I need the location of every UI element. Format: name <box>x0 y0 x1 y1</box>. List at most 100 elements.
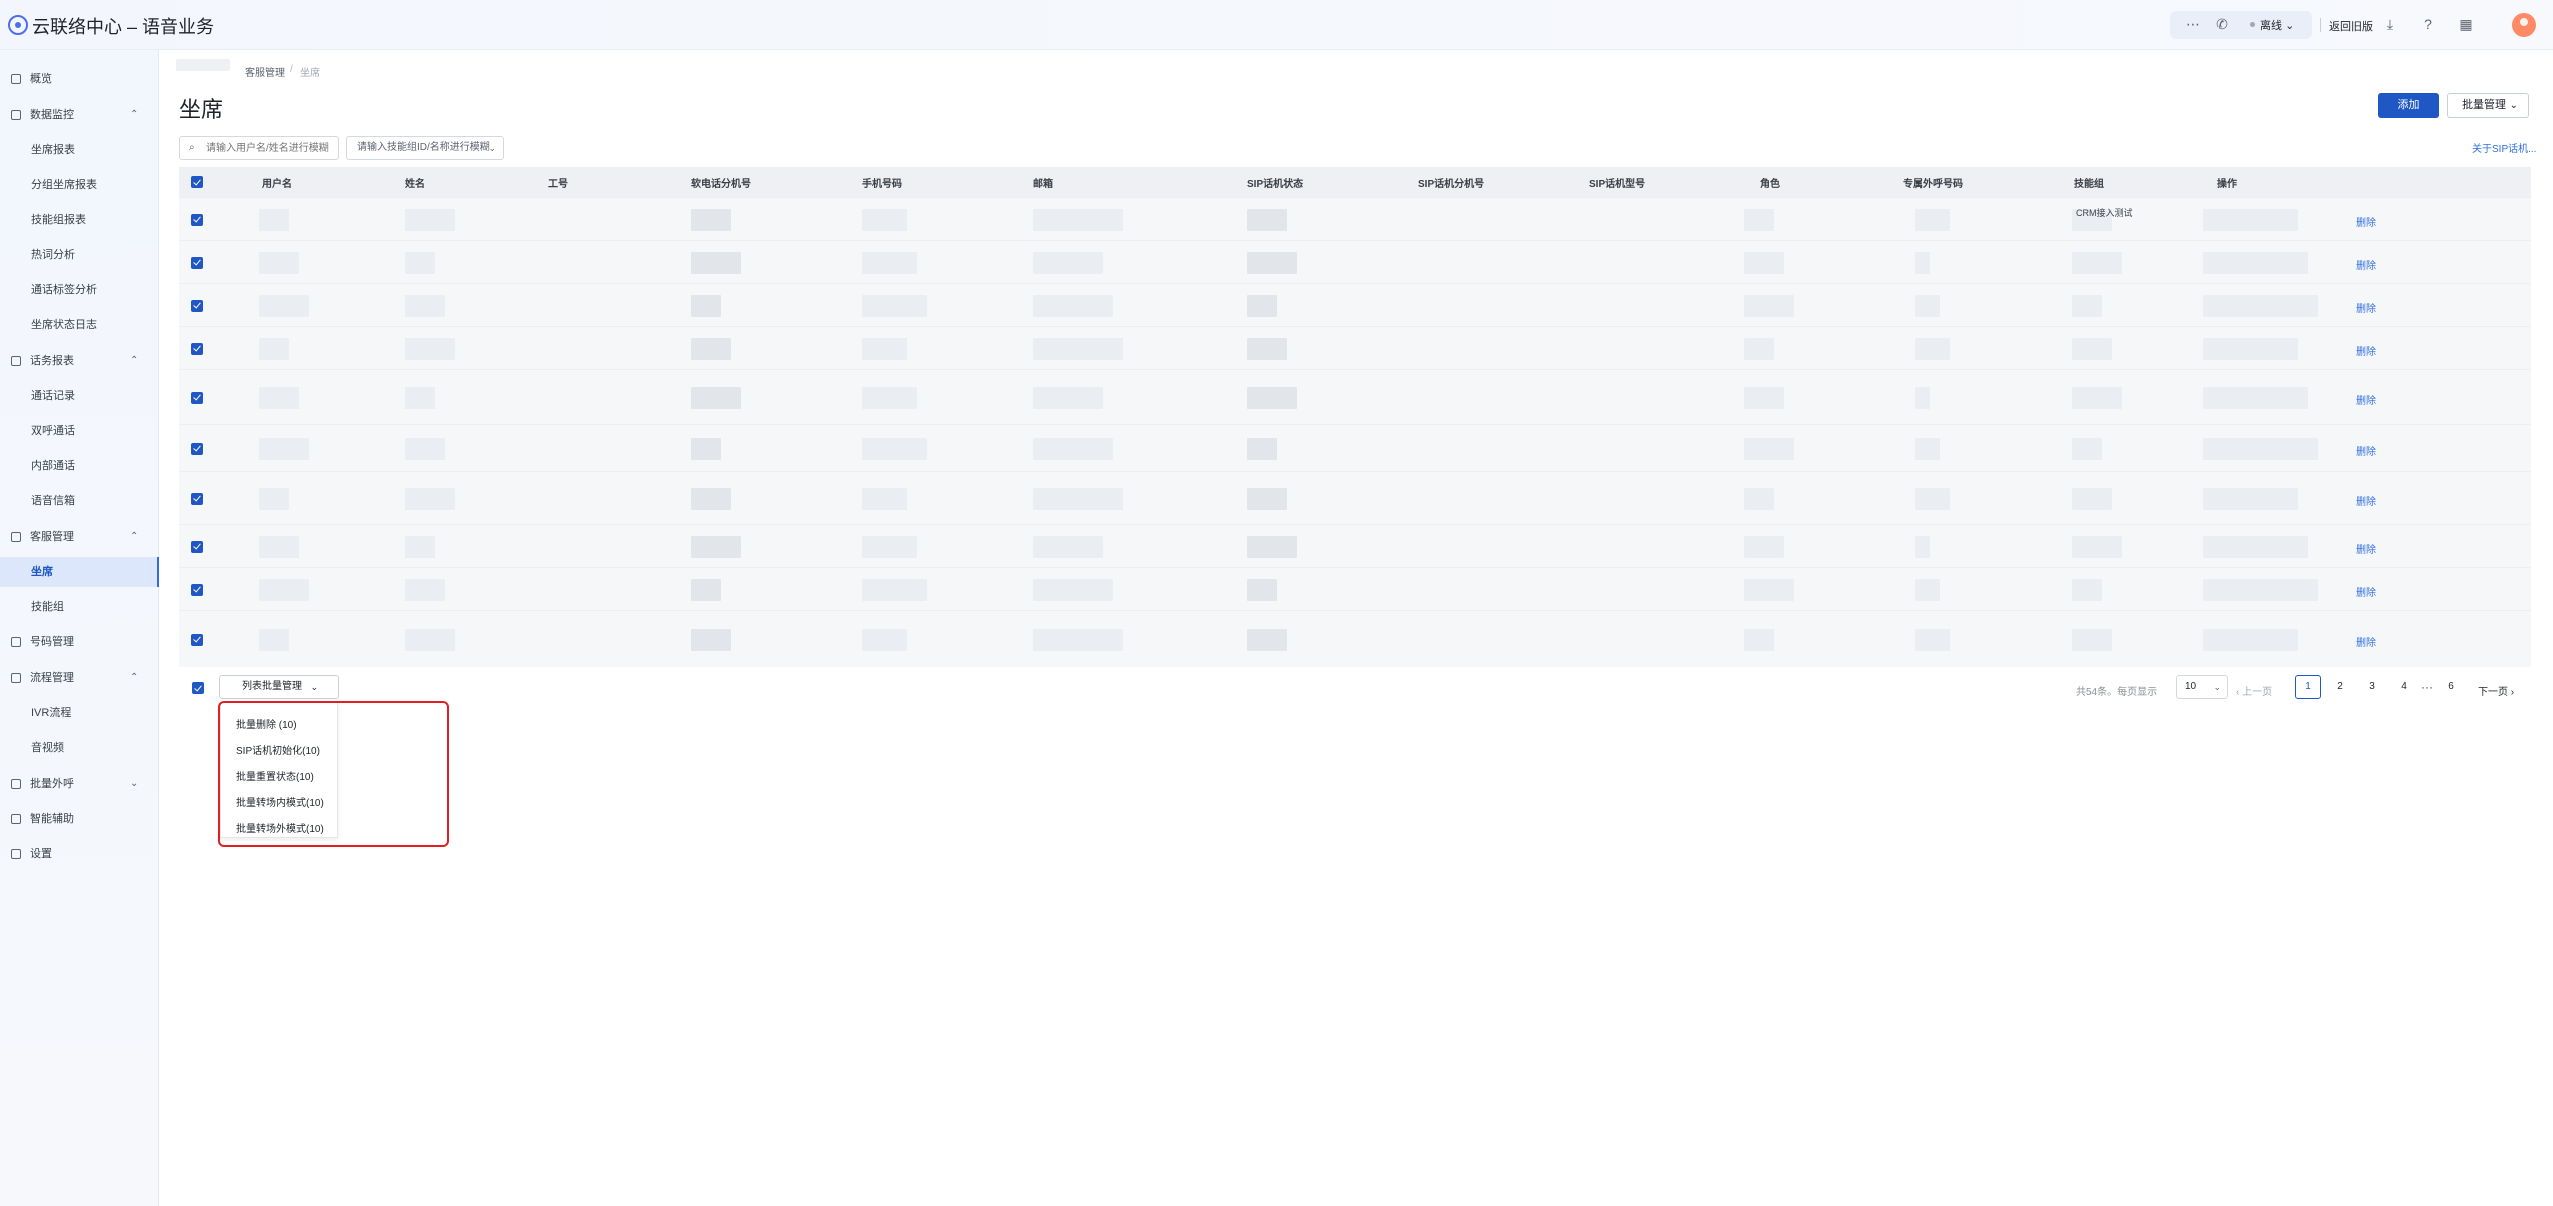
avatar[interactable] <box>2512 13 2536 37</box>
row-checkbox[interactable] <box>191 583 203 596</box>
chevron-down-icon: ⌄ <box>488 143 496 153</box>
sip-info-link[interactable]: 关于SIP话机... <box>2472 140 2536 155</box>
redacted-cell <box>691 578 721 601</box>
sidebar-item-5[interactable]: 热词分析 <box>0 240 159 270</box>
sidebar-item-7[interactable]: 坐席状态日志 <box>0 310 159 340</box>
delete-link[interactable]: 删除 <box>2356 343 2376 358</box>
apps-icon[interactable]: ▦ <box>2458 16 2474 32</box>
batch-manage-button[interactable]: 批量管理 ⌄ <box>2447 93 2529 118</box>
redacted-cell <box>2072 487 2112 510</box>
breadcrumb-home[interactable] <box>176 59 230 71</box>
return-old-version-link[interactable]: 返回旧版 <box>2329 18 2373 34</box>
page-1[interactable]: 1 <box>2295 675 2321 699</box>
sidebar-item-0[interactable]: 概览 <box>0 64 159 94</box>
pagination-ellipsis[interactable]: ··· <box>2421 680 2433 694</box>
redacted-cell <box>405 386 435 409</box>
sidebar-item-8[interactable]: 话务报表 ⌃ <box>0 346 159 376</box>
menu-icon <box>11 637 21 647</box>
sidebar-item-18[interactable]: IVR流程 <box>0 698 159 728</box>
skill-group-select[interactable]: 请输入技能组ID/名称进行模糊 ⌄ <box>346 136 504 160</box>
sidebar-item-20[interactable]: 批量外呼 ⌄ <box>0 769 159 799</box>
delete-link[interactable]: 删除 <box>2356 541 2376 556</box>
sidebar-item-21[interactable]: 智能辅助 <box>0 804 159 834</box>
row-checkbox[interactable] <box>191 299 203 312</box>
redacted-cell <box>691 386 741 409</box>
page-6[interactable]: 6 <box>2438 675 2464 699</box>
sidebar-item-16[interactable]: 号码管理 <box>0 627 159 657</box>
page-size-select[interactable]: 10 ⌄ <box>2176 675 2228 699</box>
search-input[interactable]: ⌕ <box>179 136 339 160</box>
row-checkbox[interactable] <box>191 213 203 226</box>
add-button[interactable]: 添加 <box>2378 93 2439 118</box>
row-checkbox[interactable] <box>191 540 203 553</box>
redacted-cell <box>1915 294 1940 317</box>
sidebar-item-4[interactable]: 技能组报表 <box>0 205 159 235</box>
help-icon[interactable]: ? <box>2420 16 2436 32</box>
sidebar-item-22[interactable]: 设置 <box>0 839 159 869</box>
sidebar-item-6[interactable]: 通话标签分析 <box>0 275 159 305</box>
sidebar-item-19[interactable]: 音视频 <box>0 733 159 763</box>
row-checkbox[interactable] <box>191 442 203 455</box>
chat-icon[interactable]: ⋯ <box>2185 16 2201 32</box>
sidebar-item-3[interactable]: 分组坐席报表 <box>0 170 159 200</box>
top-bar: 云联络中心 – 语音业务 ⋯ ✆ 离线 ⌄ 返回旧版 ⤓ ? ▦ <box>0 0 2553 50</box>
redacted-cell <box>862 208 907 231</box>
column-header: 工号 <box>548 179 568 190</box>
redacted-cell <box>1915 208 1950 231</box>
sidebar-item-label: 坐席 <box>31 566 53 578</box>
redacted-cell <box>862 628 907 651</box>
sidebar-item-13[interactable]: 客服管理 ⌃ <box>0 522 159 552</box>
redacted-cell <box>2203 208 2298 231</box>
row-checkbox[interactable] <box>191 342 203 355</box>
sidebar-item-14[interactable]: 坐席 <box>0 557 159 587</box>
redacted-cell <box>1247 386 1297 409</box>
redacted-cell <box>1744 628 1774 651</box>
redacted-cell <box>259 578 309 601</box>
page-3[interactable]: 3 <box>2359 675 2385 699</box>
row-checkbox[interactable] <box>191 391 203 404</box>
delete-link[interactable]: 删除 <box>2356 493 2376 508</box>
chevron-up-icon: ⌃ <box>130 531 139 542</box>
page-2[interactable]: 2 <box>2327 675 2353 699</box>
sidebar-item-1[interactable]: 数据监控 ⌃ <box>0 100 159 130</box>
page-4[interactable]: 4 <box>2391 675 2417 699</box>
column-header: 软电话分机号 <box>691 179 751 190</box>
delete-link[interactable]: 删除 <box>2356 257 2376 272</box>
highlight-annotation <box>218 701 449 847</box>
row-checkbox[interactable] <box>191 256 203 269</box>
sidebar-item-11[interactable]: 内部通话 <box>0 451 159 481</box>
table-row: 删除 <box>179 610 2531 667</box>
download-icon[interactable]: ⤓ <box>2382 16 2398 32</box>
sidebar: 概览数据监控 ⌃ 坐席报表分组坐席报表 技能组报表热词分析通话标签分析 坐席状态日志 话务… <box>0 50 159 1206</box>
table-row: 删除 <box>179 326 2531 369</box>
pagination-prev[interactable]: ‹ 上一页 <box>2236 683 2272 698</box>
row-checkbox[interactable] <box>191 492 203 505</box>
delete-link[interactable]: 删除 <box>2356 584 2376 599</box>
breadcrumb-parent[interactable]: 客服管理 <box>245 64 285 79</box>
agent-status-dropdown[interactable]: 离线 ⌄ <box>2260 17 2294 33</box>
redacted-cell <box>1915 578 1940 601</box>
phone-icon[interactable]: ✆ <box>2214 16 2230 32</box>
sidebar-item-10[interactable]: 双呼通话 <box>0 416 159 446</box>
delete-link[interactable]: 删除 <box>2356 443 2376 458</box>
sidebar-item-9[interactable]: 通话记录 <box>0 381 159 411</box>
sidebar-item-15[interactable]: 技能组 <box>0 592 159 622</box>
sidebar-item-12[interactable]: 语音信箱 <box>0 486 159 516</box>
list-batch-manage-label: 列表批量管理 <box>242 681 302 692</box>
row-checkbox[interactable] <box>191 633 203 646</box>
search-field[interactable] <box>206 140 334 156</box>
column-header: 邮箱 <box>1033 179 1053 190</box>
delete-link[interactable]: 删除 <box>2356 392 2376 407</box>
select-all-checkbox[interactable] <box>191 176 203 188</box>
redacted-cell <box>691 628 731 651</box>
pagination-next[interactable]: 下一页 › <box>2478 683 2514 698</box>
list-batch-manage-button[interactable]: 列表批量管理 ⌄ <box>219 675 339 699</box>
sidebar-item-17[interactable]: 流程管理 ⌃ <box>0 663 159 693</box>
delete-link[interactable]: 删除 <box>2356 214 2376 229</box>
footer-select-all-checkbox[interactable] <box>192 682 204 694</box>
sidebar-item-2[interactable]: 坐席报表 <box>0 135 159 165</box>
menu-icon <box>11 356 21 366</box>
column-header: SIP话机状态 <box>1247 179 1304 190</box>
delete-link[interactable]: 删除 <box>2356 300 2376 315</box>
delete-link[interactable]: 删除 <box>2356 634 2376 649</box>
